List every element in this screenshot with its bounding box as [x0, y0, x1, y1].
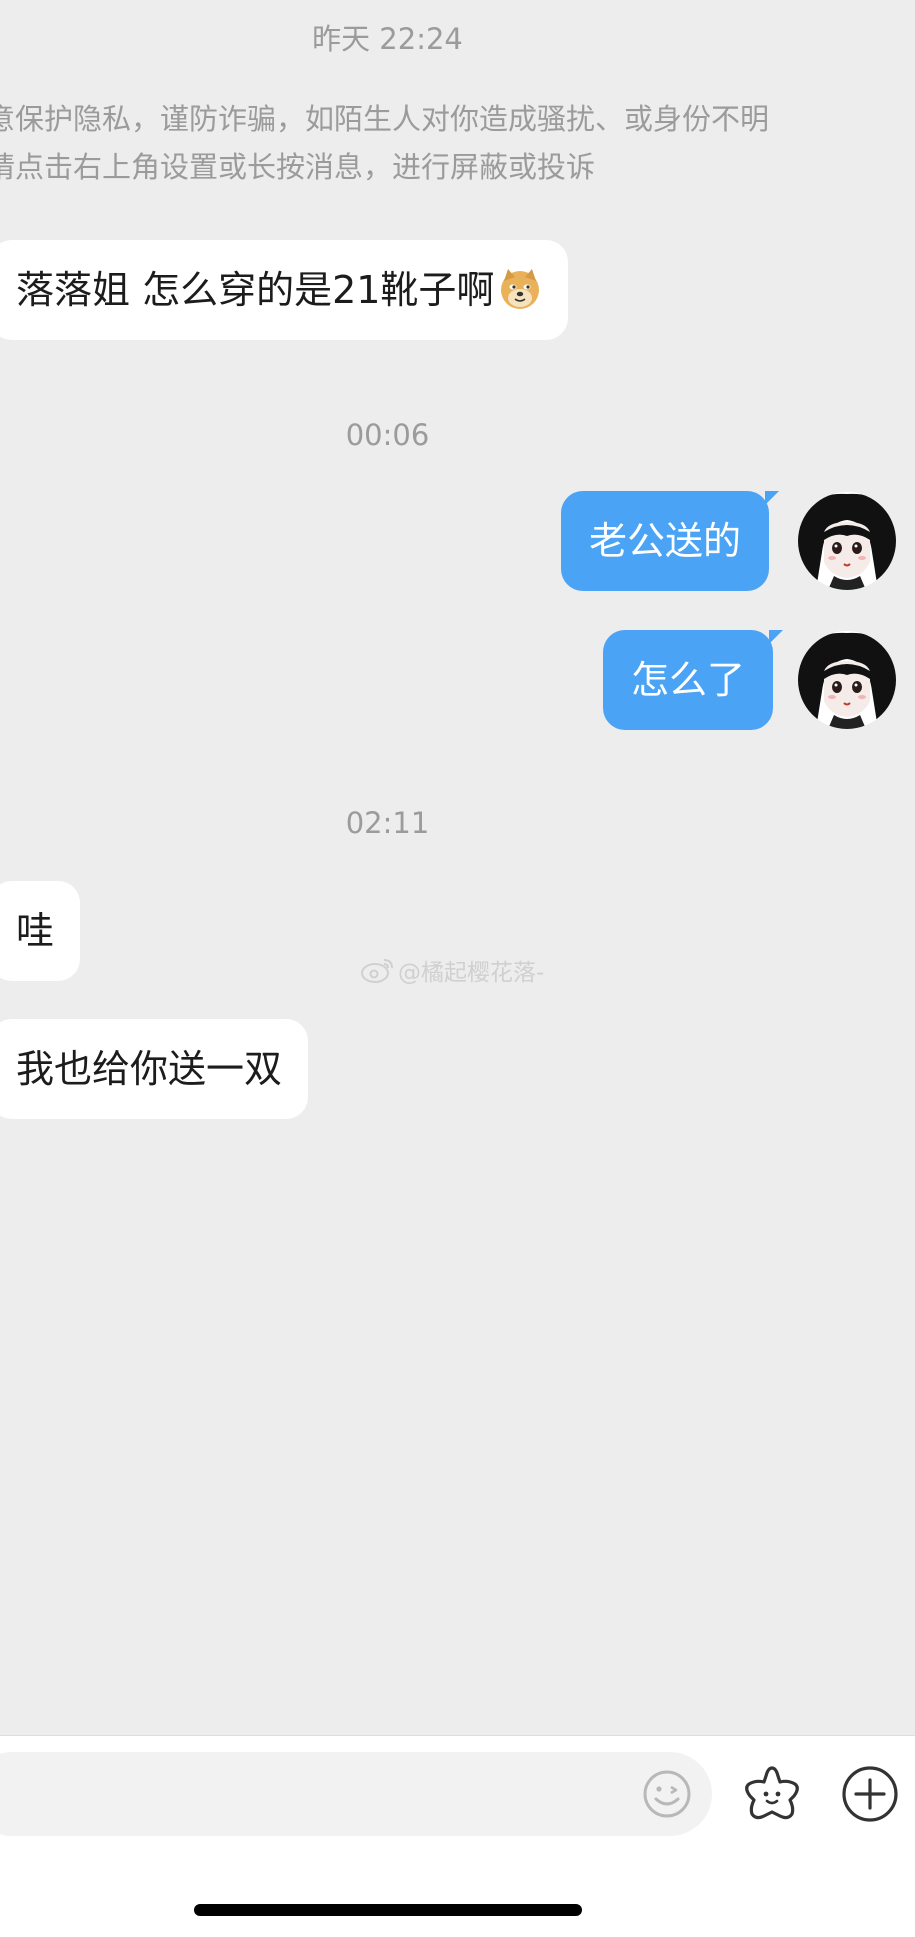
- timestamp: 昨天 22:24: [312, 22, 463, 56]
- privacy-notice: 意保护隐私，谨防诈骗，如陌生人对你造成骚扰、或身份不明 请点击右上角设置或长按消…: [0, 95, 866, 191]
- message-text: 老公送的: [589, 519, 742, 563]
- notice-line: 意保护隐私，谨防诈骗，如陌生人对你造成骚扰、或身份不明: [0, 102, 770, 136]
- message-bubble-outgoing[interactable]: 怎么了: [603, 630, 784, 730]
- message-bubble-outgoing[interactable]: 老公送的: [561, 491, 780, 591]
- message-text: 哇: [16, 909, 55, 953]
- smiley-icon[interactable]: [637, 1764, 697, 1824]
- message-bubble-incoming[interactable]: 哇: [0, 881, 81, 981]
- message-input[interactable]: [0, 1752, 712, 1836]
- message-bubble-incoming[interactable]: 我也给你送一双: [0, 1019, 309, 1119]
- doge-emoji-icon: [501, 269, 540, 309]
- star-face-icon[interactable]: [740, 1762, 804, 1826]
- timestamp: 00:06: [345, 418, 430, 452]
- avatar[interactable]: [798, 631, 896, 729]
- message-bubble-incoming[interactable]: 落落姐 怎么穿的是21靴子啊: [0, 240, 569, 340]
- message-text: 我也给你送一双: [16, 1047, 283, 1091]
- home-indicator[interactable]: [194, 1904, 582, 1916]
- watermark-text: @橘起樱花落-: [398, 960, 545, 986]
- message-text: 怎么了: [631, 658, 746, 702]
- chat-area[interactable]: 昨天 22:24 意保护隐私，谨防诈骗，如陌生人对你造成骚扰、或身份不明 请点击…: [0, 0, 915, 1735]
- avatar-illustration: [798, 631, 896, 729]
- watermark: @橘起樱花落-: [360, 953, 544, 987]
- avatar[interactable]: [798, 492, 896, 590]
- message-text: 落落姐 怎么穿的是21靴子啊: [16, 268, 495, 312]
- avatar-illustration: [798, 492, 896, 590]
- plus-circle-icon[interactable]: [838, 1762, 902, 1826]
- timestamp: 02:11: [345, 806, 430, 840]
- weibo-icon: [361, 959, 393, 983]
- notice-line: 请点击右上角设置或长按消息，进行屏蔽或投诉: [0, 150, 596, 184]
